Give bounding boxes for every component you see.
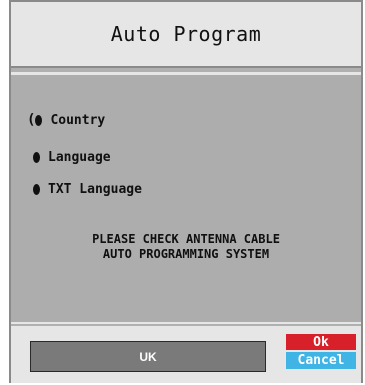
- country-value-field[interactable]: UK: [30, 341, 266, 372]
- status-message-line-1: PLEASE CHECK ANTENNA CABLE: [92, 232, 280, 246]
- cancel-button[interactable]: Cancel: [286, 352, 356, 369]
- auto-program-dialog: Auto Program ( Country Language TXT Lang…: [9, 0, 363, 383]
- menu-panel: ( Country Language TXT Language PLEASE C…: [11, 72, 361, 324]
- menu-item-language[interactable]: Language: [33, 147, 111, 167]
- bullet-icon: [33, 183, 40, 195]
- dialog-footer: UK Ok Cancel: [11, 326, 361, 383]
- menu-item-label: Language: [48, 149, 111, 165]
- menu-item-label: Country: [50, 112, 106, 128]
- ok-button[interactable]: Ok: [286, 334, 356, 350]
- menu-item-label: TXT Language: [48, 181, 142, 197]
- menu-item-country[interactable]: ( Country: [27, 110, 105, 130]
- country-value: UK: [139, 349, 157, 364]
- bullet-icon: [33, 151, 40, 163]
- status-message-line-2: AUTO PROGRAMMING SYSTEM: [102, 247, 270, 261]
- dialog-title-bar: Auto Program: [11, 2, 361, 68]
- bullet-icon: [35, 114, 43, 126]
- selection-indicator-icon: (: [27, 112, 36, 128]
- dialog-title: Auto Program: [110, 22, 262, 46]
- menu-item-txt-language[interactable]: TXT Language: [33, 179, 142, 199]
